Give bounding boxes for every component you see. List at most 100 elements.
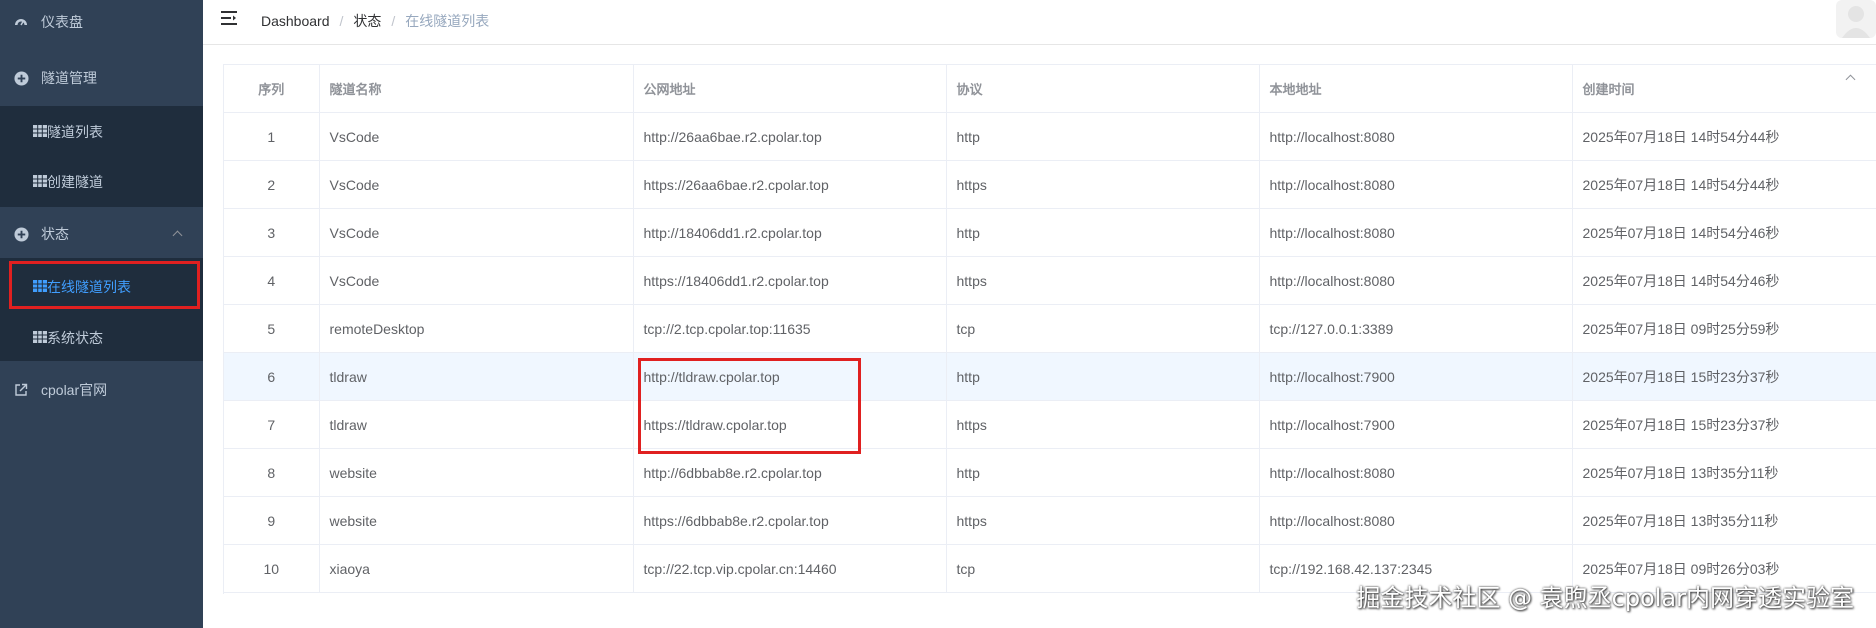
column-header: 创建时间 [1572,65,1876,113]
table-cell: 2025年07月18日 15时23分37秒 [1572,400,1876,449]
table-icon [33,124,47,140]
table-cell: 3 [224,208,320,257]
table-cell: website [319,496,634,545]
sidebar-item-create-tunnel-label: 创建隧道 [47,174,103,190]
table-row: 6 tldraw http://tldraw.cpolar.top http http:… [224,352,1876,401]
menu-cpolar-official[interactable]: cpolar官网 [0,368,203,412]
table-cell: remoteDesktop [319,304,634,353]
table-cell: https [946,256,1260,305]
sidebar-item-tunnel-list[interactable]: 隧道列表 [0,110,203,154]
table-cell: 2 [224,160,320,209]
table-cell: https://26aa6bae.r2.cpolar.top [633,160,947,209]
table-cell: 7 [224,400,320,449]
table-cell: https://6dbbab8e.r2.cpolar.top [633,496,947,545]
table-cell: http://localhost:8080 [1259,208,1573,257]
table-cell: tcp://22.tcp.vip.cpolar.cn:14460 [633,544,947,593]
breadcrumb-status[interactable]: 状态 [353,11,381,31]
menu-tunnel-management[interactable]: 隧道管理 [0,56,1856,100]
table-cell: https [946,400,1260,449]
annotation-highlight-box [638,358,861,454]
table-cell: http://localhost:7900 [1259,400,1573,449]
table-cell: http://18406dd1.r2.cpolar.top [633,208,947,257]
table-cell: VsCode [319,112,634,161]
sidebar: 仪表盘 隧道管理 隧道列表 创建隧道 状态 在线隧道列表 系统状态 cpolar… [0,0,1856,628]
table-cell: tldraw [319,400,634,449]
table-cell: 4 [224,256,320,305]
sidebar-item-create-tunnel[interactable]: 创建隧道 [0,160,203,204]
breadcrumb-current: 在线隧道列表 [405,13,490,29]
table-cell: website [319,448,634,497]
table-cell: http://localhost:8080 [1259,496,1573,545]
table-row: 9 website https://6dbbab8e.r2.cpolar.top ht… [224,496,1876,545]
hamburger-icon[interactable] [221,11,241,27]
table-cell: 2025年07月18日 09时25分59秒 [1572,304,1876,353]
table-header-row: 序列 隧道名称 公网地址 协议 本地地址 创建时间 [224,65,1876,113]
table-cell: tcp://127.0.0.1:3389 [1259,304,1573,353]
table-cell: xiaoya [319,544,634,593]
table-cell: 2025年07月18日 13时35分11秒 [1572,496,1876,545]
column-header: 隧道名称 [319,65,634,113]
breadcrumb-separator: / [339,13,344,29]
menu-tunnel-management-label: 隧道管理 [41,70,97,86]
table-cell: tcp [946,304,1260,353]
table-row: 2 VsCode https://26aa6bae.r2.cpolar.top htt… [224,160,1876,209]
table-cell: https [946,496,1260,545]
table-cell: http [946,448,1260,497]
table-cell: http://localhost:7900 [1259,352,1573,401]
table-cell: 8 [224,448,320,497]
sidebar-item-system-status[interactable]: 系统状态 [0,316,203,360]
top-navbar: Dashboard / 状态 / 在线隧道列表 [203,0,1876,45]
table-cell: http://localhost:8080 [1259,160,1573,209]
column-header: 本地地址 [1259,65,1573,113]
table-cell: 6 [224,352,320,401]
plus-circle-icon [13,70,29,86]
sidebar-item-system-status-label: 系统状态 [47,330,103,346]
annotation-highlight-box [9,261,200,309]
avatar[interactable] [1836,0,1876,38]
table-cell: 2025年07月18日 14时54分44秒 [1572,112,1876,161]
table-cell: 2025年07月18日 14时54分46秒 [1572,256,1876,305]
table-icon [33,330,47,346]
table-row: 5 remoteDesktop tcp://2.tcp.cpolar.top:116… [224,304,1876,353]
table-cell: tcp [946,544,1260,593]
column-header: 公网地址 [633,65,947,113]
plus-circle-icon [13,226,29,242]
table-cell: VsCode [319,256,634,305]
table-row: 3 VsCode http://18406dd1.r2.cpolar.top http… [224,208,1876,257]
table-cell: https://18406dd1.r2.cpolar.top [633,256,947,305]
table-cell: tcp://2.tcp.cpolar.top:11635 [633,304,947,353]
sidebar-item-tunnel-list-label: 隧道列表 [47,124,103,140]
external-link-icon [13,382,29,398]
table-cell: VsCode [319,160,634,209]
table-row: 7 tldraw https://tldraw.cpolar.top https htt… [224,400,1876,449]
table-cell: http://localhost:8080 [1259,448,1573,497]
table-cell: 10 [224,544,320,593]
breadcrumb: Dashboard / 状态 / 在线隧道列表 [261,11,489,31]
table-row: 4 VsCode https://18406dd1.r2.cpolar.top htt… [224,256,1876,305]
table-cell: http://localhost:8080 [1259,112,1573,161]
table-cell: http://26aa6bae.r2.cpolar.top [633,112,947,161]
menu-dashboard[interactable]: 仪表盘 [0,0,203,44]
table-row: 8 website http://6dbbab8e.r2.cpolar.top htt… [224,448,1876,497]
menu-cpolar-official-label: cpolar官网 [41,382,108,398]
table-cell: https [946,160,1260,209]
menu-status-label: 状态 [41,226,69,242]
table-cell: 5 [224,304,320,353]
table-cell: 2025年07月18日 14时54分46秒 [1572,208,1876,257]
table-cell: VsCode [319,208,634,257]
breadcrumb-separator: / [391,13,396,29]
breadcrumb-dashboard[interactable]: Dashboard [261,13,330,29]
tunnel-table: 序列 隧道名称 公网地址 协议 本地地址 创建时间 1 VsCode http://… [223,64,1876,594]
table-row: 1 VsCode http://26aa6bae.r2.cpolar.top http… [224,112,1876,161]
table-cell: 9 [224,496,320,545]
dashboard-icon [13,14,29,30]
table-cell: tldraw [319,352,634,401]
table-cell: http://localhost:8080 [1259,256,1573,305]
table-cell: http [946,208,1260,257]
table-cell: 2025年07月18日 13时35分11秒 [1572,448,1876,497]
column-header: 序列 [224,65,320,113]
table-cell: 2025年07月18日 15时23分37秒 [1572,352,1876,401]
column-header: 协议 [946,65,1260,113]
table-cell: http [946,352,1260,401]
menu-dashboard-label: 仪表盘 [41,14,83,30]
